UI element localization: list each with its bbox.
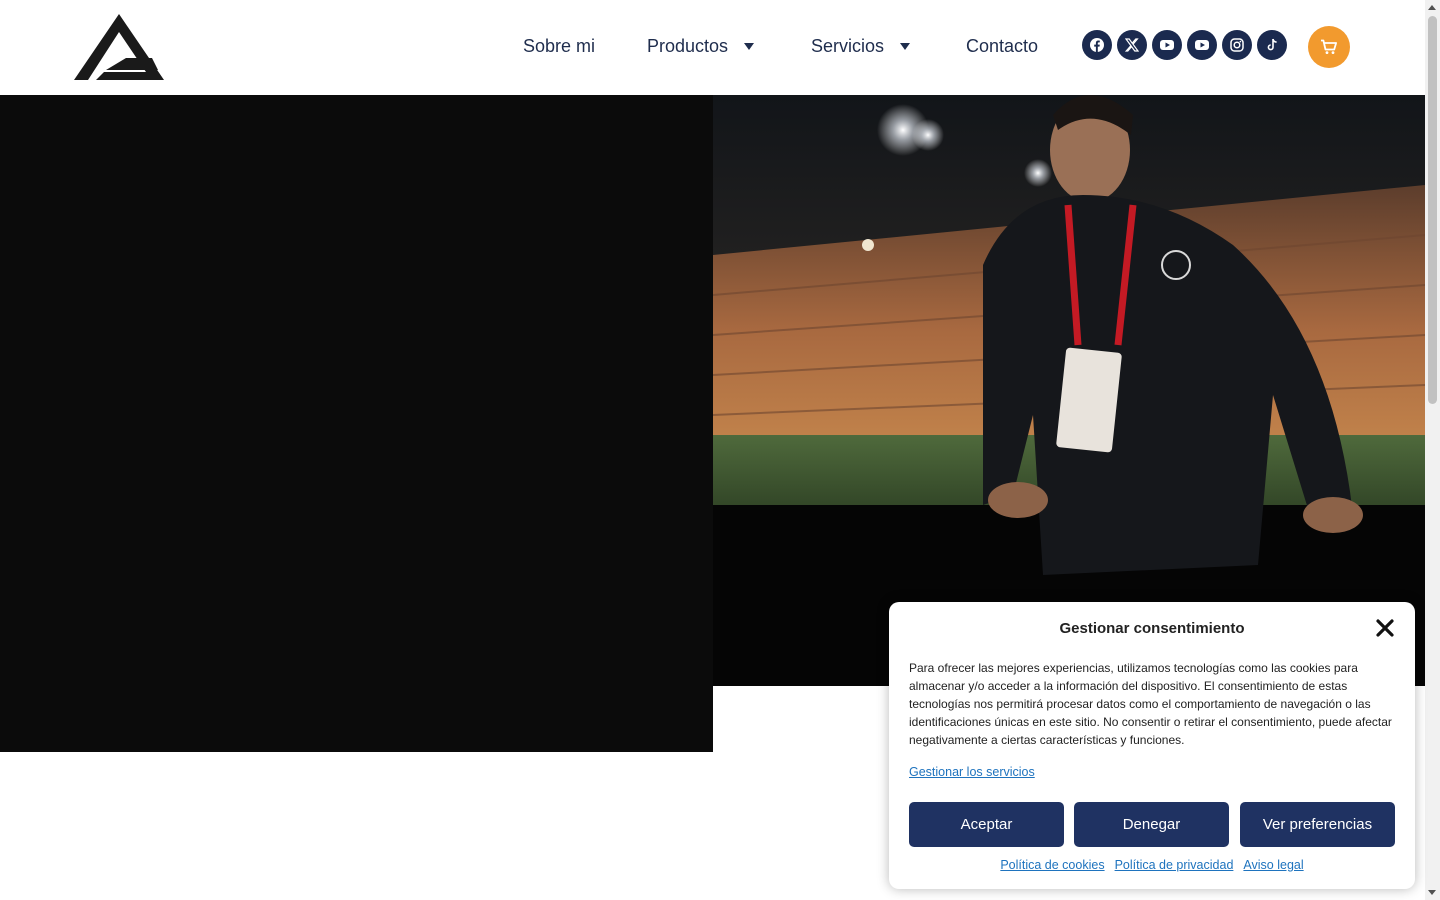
brand-logo-icon[interactable] [74, 14, 164, 80]
consent-footer-links: Política de cookies Política de privacid… [889, 858, 1415, 872]
site-header: Sobre mi Productos Servicios Contacto [0, 0, 1425, 95]
caret-down-icon [900, 43, 911, 50]
nav-label: Contacto [966, 36, 1039, 56]
x-twitter-icon[interactable] [1117, 30, 1147, 60]
tiktok-icon[interactable] [1257, 30, 1287, 60]
nav-sobre-mi[interactable]: Sobre mi [523, 36, 595, 57]
scroll-down-icon[interactable] [1428, 890, 1436, 895]
cart-button[interactable] [1308, 26, 1350, 68]
caret-down-icon [744, 43, 755, 50]
deny-button[interactable]: Denegar [1074, 802, 1229, 847]
social-links [1082, 30, 1287, 60]
hero-photo [713, 95, 1425, 686]
scrollbar-thumb[interactable] [1428, 16, 1437, 404]
hero-dark-panel [0, 95, 713, 752]
instagram-icon[interactable] [1222, 30, 1252, 60]
consent-title: Gestionar consentimiento [1059, 620, 1245, 637]
facebook-icon[interactable] [1082, 30, 1112, 60]
nav-label: Sobre mi [523, 36, 596, 56]
cart-icon [1321, 39, 1337, 54]
page-scrollbar[interactable] [1425, 0, 1440, 900]
cookie-consent-dialog: Gestionar consentimiento Para ofrecer la… [889, 602, 1415, 889]
privacy-policy-link[interactable]: Política de privacidad [1115, 858, 1234, 872]
youtube-icon[interactable] [1152, 30, 1182, 60]
nav-productos[interactable]: Productos [647, 36, 755, 57]
manage-services-link[interactable]: Gestionar los servicios [909, 765, 1035, 779]
scroll-up-icon[interactable] [1428, 5, 1436, 10]
legal-notice-link[interactable]: Aviso legal [1243, 858, 1303, 872]
nav-label: Productos [647, 36, 729, 56]
cookie-policy-link[interactable]: Política de cookies [1000, 858, 1104, 872]
nav-contacto[interactable]: Contacto [966, 36, 1038, 57]
page: Sobre mi Productos Servicios Contacto Ge… [0, 0, 1440, 900]
nav-label: Servicios [811, 36, 885, 56]
close-icon[interactable] [1375, 618, 1395, 638]
youtube-icon[interactable] [1187, 30, 1217, 60]
accept-button[interactable]: Aceptar [909, 802, 1064, 847]
preferences-button[interactable]: Ver preferencias [1240, 802, 1395, 847]
nav-servicios[interactable]: Servicios [811, 36, 911, 57]
consent-description: Para ofrecer las mejores experiencias, u… [909, 661, 1392, 747]
